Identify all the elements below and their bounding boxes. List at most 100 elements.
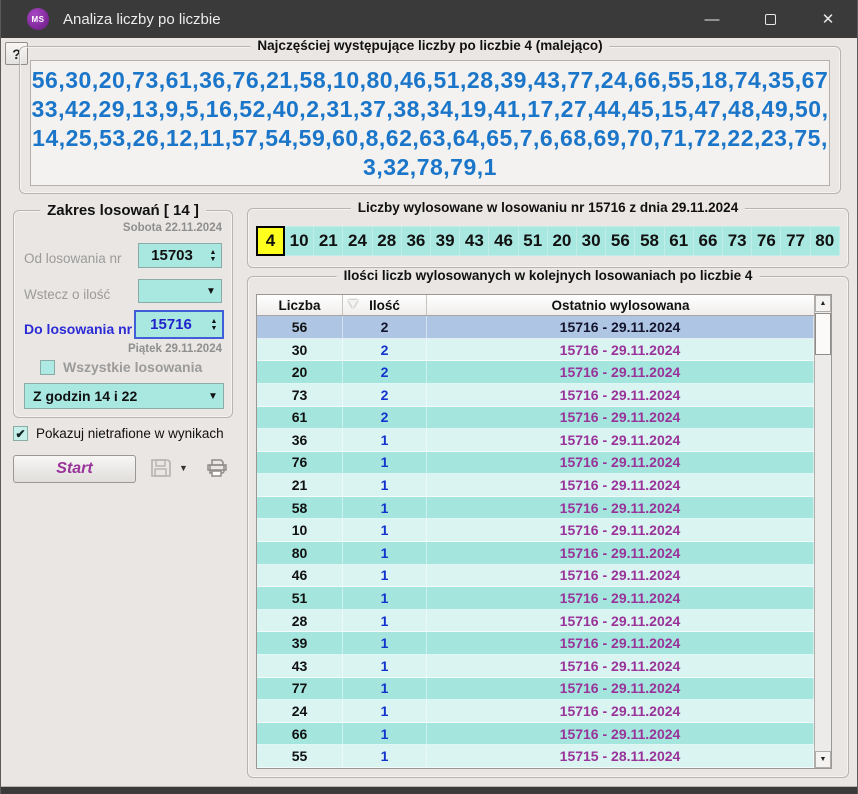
table-row[interactable]: 46115716 - 29.11.2024 xyxy=(257,565,814,588)
maximize-button[interactable] xyxy=(741,0,799,38)
start-button[interactable]: Start xyxy=(13,455,136,483)
table-row[interactable]: 66115716 - 29.11.2024 xyxy=(257,723,814,746)
cell-count: 1 xyxy=(343,519,427,541)
draw-number: 61 xyxy=(665,226,694,256)
draw-number: 51 xyxy=(519,226,548,256)
cell-count: 2 xyxy=(343,361,427,383)
cell-number: 73 xyxy=(257,384,343,406)
sort-icon xyxy=(348,300,358,308)
all-draws-checkbox[interactable] xyxy=(40,360,55,375)
titlebar: MS Analiza liczby po liczbie — ✕ xyxy=(1,0,857,38)
counts-title: Ilości liczb wylosowanych w kolejnych lo… xyxy=(337,268,760,283)
cell-number: 56 xyxy=(257,316,343,338)
frequent-numbers-line: 33,42,29,13,9,5,16,52,40,2,31,37,38,34,1… xyxy=(31,95,829,124)
cell-count: 1 xyxy=(343,610,427,632)
vertical-scrollbar[interactable]: ▲ ▼ xyxy=(814,295,831,768)
scroll-down-icon[interactable]: ▼ xyxy=(815,751,831,768)
table-row[interactable]: 73215716 - 29.11.2024 xyxy=(257,384,814,407)
draw-number: 73 xyxy=(723,226,752,256)
cell-number: 21 xyxy=(257,474,343,496)
table-row[interactable]: 20215716 - 29.11.2024 xyxy=(257,361,814,384)
cell-last: 15716 - 29.11.2024 xyxy=(427,384,814,406)
table-row[interactable]: 61215716 - 29.11.2024 xyxy=(257,407,814,430)
scrollbar-thumb[interactable] xyxy=(815,313,831,355)
scroll-up-icon[interactable]: ▲ xyxy=(815,295,831,312)
table-row[interactable]: 30215716 - 29.11.2024 xyxy=(257,339,814,362)
spinner-arrows-icon[interactable]: ▲▼ xyxy=(206,318,222,332)
table-row[interactable]: 77115716 - 29.11.2024 xyxy=(257,678,814,701)
table-row[interactable]: 43115716 - 29.11.2024 xyxy=(257,655,814,678)
cell-count: 1 xyxy=(343,542,427,564)
draw-number: 30 xyxy=(577,226,606,256)
table-row[interactable]: 10115716 - 29.11.2024 xyxy=(257,519,814,542)
to-draw-value: 15716 xyxy=(136,316,206,333)
table-row[interactable]: 55115715 - 28.11.2024 xyxy=(257,745,814,768)
column-header-ilosc[interactable]: Ilość xyxy=(343,295,427,315)
minimize-button[interactable]: — xyxy=(683,0,741,38)
show-missed-checkbox[interactable]: ✔ xyxy=(13,426,28,441)
table-row[interactable]: 36115716 - 29.11.2024 xyxy=(257,429,814,452)
column-header-liczba[interactable]: Liczba xyxy=(257,295,343,315)
frequent-numbers-title: Najczęściej występujące liczby po liczbi… xyxy=(250,38,609,53)
draw-number: 76 xyxy=(752,226,781,256)
table-row[interactable]: 24115716 - 29.11.2024 xyxy=(257,700,814,723)
cell-last: 15716 - 29.11.2024 xyxy=(427,474,814,496)
cell-count: 1 xyxy=(343,655,427,677)
table-row[interactable]: 80115716 - 29.11.2024 xyxy=(257,542,814,565)
table-row[interactable]: 76115716 - 29.11.2024 xyxy=(257,452,814,475)
cell-number: 66 xyxy=(257,723,343,745)
all-draws-label: Wszystkie losowania xyxy=(63,359,202,375)
hours-combo[interactable]: Z godzin 14 i 22 ▼ xyxy=(24,383,224,409)
to-draw-spinner[interactable]: 15716 ▲▼ xyxy=(134,310,224,339)
spinner-arrows-icon[interactable]: ▲▼ xyxy=(205,249,221,263)
table-row[interactable]: 39115716 - 29.11.2024 xyxy=(257,632,814,655)
table-row[interactable]: 28115716 - 29.11.2024 xyxy=(257,610,814,633)
cell-number: 10 xyxy=(257,519,343,541)
save-icon[interactable] xyxy=(149,456,173,480)
cell-number: 36 xyxy=(257,429,343,451)
from-draw-value: 15703 xyxy=(139,247,205,264)
cell-number: 28 xyxy=(257,610,343,632)
draw-number: 58 xyxy=(635,226,664,256)
column-header-ilosc-label: Ilość xyxy=(369,298,400,313)
show-missed-row: ✔ Pokazuj nietrafione w wynikach xyxy=(13,426,224,441)
table-row[interactable]: 58115716 - 29.11.2024 xyxy=(257,497,814,520)
cell-number: 58 xyxy=(257,497,343,519)
tool-icons: ▼ xyxy=(149,456,230,480)
column-header-ostatnio[interactable]: Ostatnio wylosowana xyxy=(427,295,814,315)
back-count-label: Wstecz o ilość xyxy=(24,287,110,302)
cell-count: 1 xyxy=(343,632,427,654)
cell-count: 2 xyxy=(343,384,427,406)
cell-number: 20 xyxy=(257,361,343,383)
cell-last: 15716 - 29.11.2024 xyxy=(427,655,814,677)
cell-last: 15716 - 29.11.2024 xyxy=(427,519,814,541)
print-icon[interactable] xyxy=(204,456,230,480)
save-options-chevron-icon[interactable]: ▼ xyxy=(179,463,188,473)
cell-last: 15716 - 29.11.2024 xyxy=(427,632,814,654)
back-count-combo[interactable]: ▼ xyxy=(138,279,222,303)
table-row[interactable]: 21115716 - 29.11.2024 xyxy=(257,474,814,497)
draw-range-group: Zakres losowań [ 14 ] Sobota 22.11.2024 … xyxy=(13,210,233,418)
scrollbar-track[interactable] xyxy=(815,355,831,751)
maximize-icon xyxy=(765,14,776,25)
cell-count: 2 xyxy=(343,316,427,338)
cell-last: 15716 - 29.11.2024 xyxy=(427,361,814,383)
from-draw-spinner[interactable]: 15703 ▲▼ xyxy=(138,243,222,268)
draw-number: 77 xyxy=(781,226,810,256)
close-button[interactable]: ✕ xyxy=(799,0,857,38)
draw-number: 36 xyxy=(402,226,431,256)
frequent-numbers-line: 14,25,53,26,12,11,57,54,59,60,8,62,63,64… xyxy=(31,124,829,153)
cell-last: 15716 - 29.11.2024 xyxy=(427,452,814,474)
draw-number: 80 xyxy=(811,226,840,256)
draw-number: 21 xyxy=(314,226,343,256)
counts-table-body: 56215716 - 29.11.202430215716 - 29.11.20… xyxy=(257,316,814,768)
cell-number: 77 xyxy=(257,678,343,700)
to-draw-label: Do losowania nr xyxy=(24,321,132,337)
from-draw-date: Sobota 22.11.2024 xyxy=(123,222,222,234)
draw-number: 28 xyxy=(373,226,402,256)
draw-range-title: Zakres losowań [ 14 ] xyxy=(40,202,206,219)
draw-number-highlighted: 4 xyxy=(256,226,285,256)
draw-number: 24 xyxy=(343,226,372,256)
table-row[interactable]: 56215716 - 29.11.2024 xyxy=(257,316,814,339)
table-row[interactable]: 51115716 - 29.11.2024 xyxy=(257,587,814,610)
